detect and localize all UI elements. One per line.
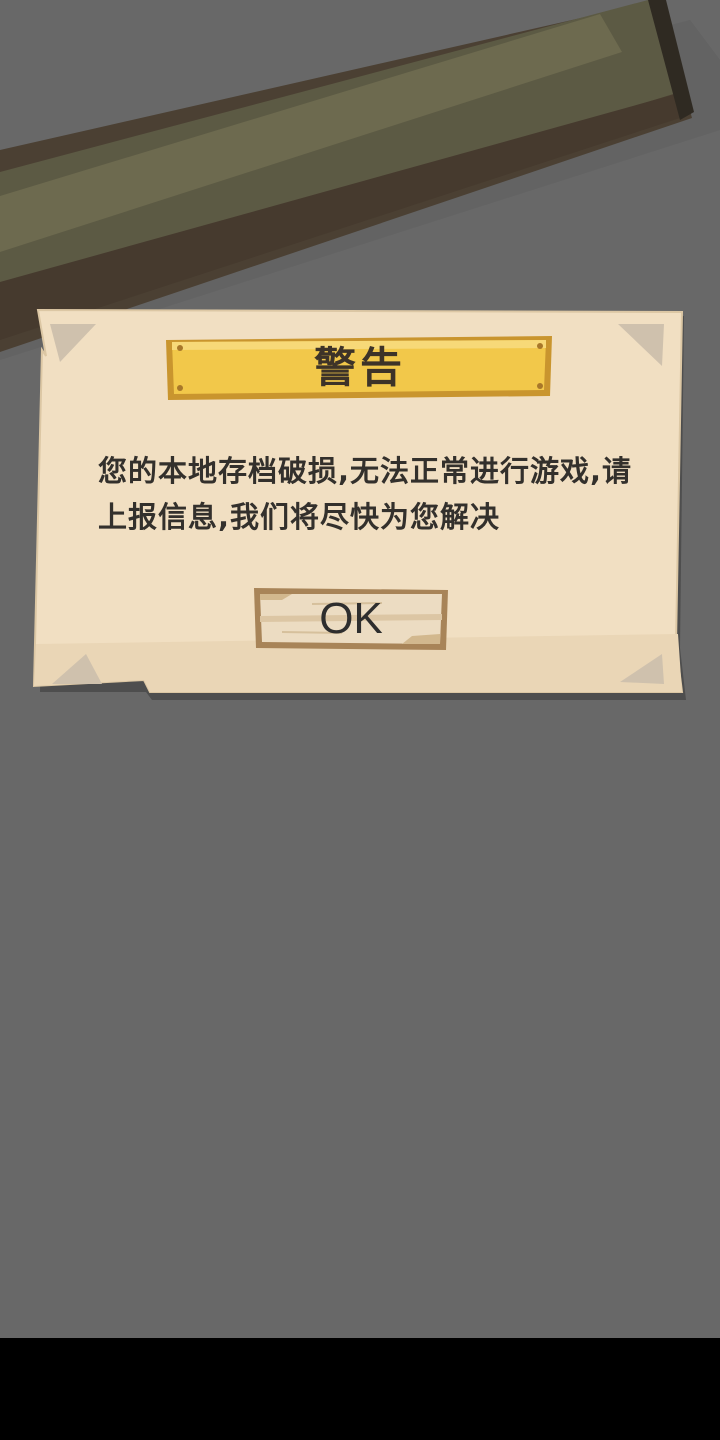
title-banner: 警告 xyxy=(164,334,556,402)
dialog-message: 您的本地存档破损,无法正常进行游戏,请上报信息,我们将尽快为您解决 xyxy=(98,454,633,534)
dialog-title: 警告 xyxy=(313,343,406,392)
system-navigation-bar xyxy=(0,1338,720,1440)
game-screen: 警告 您的本地存档破损,无法正常进行游戏,请上报信息,我们将尽快为您解决 OK xyxy=(0,0,720,1338)
warning-dialog: 警告 您的本地存档破损,无法正常进行游戏,请上报信息,我们将尽快为您解决 OK xyxy=(32,308,688,704)
ok-button[interactable]: OK xyxy=(252,586,450,652)
ok-button-label: OK xyxy=(319,594,383,643)
